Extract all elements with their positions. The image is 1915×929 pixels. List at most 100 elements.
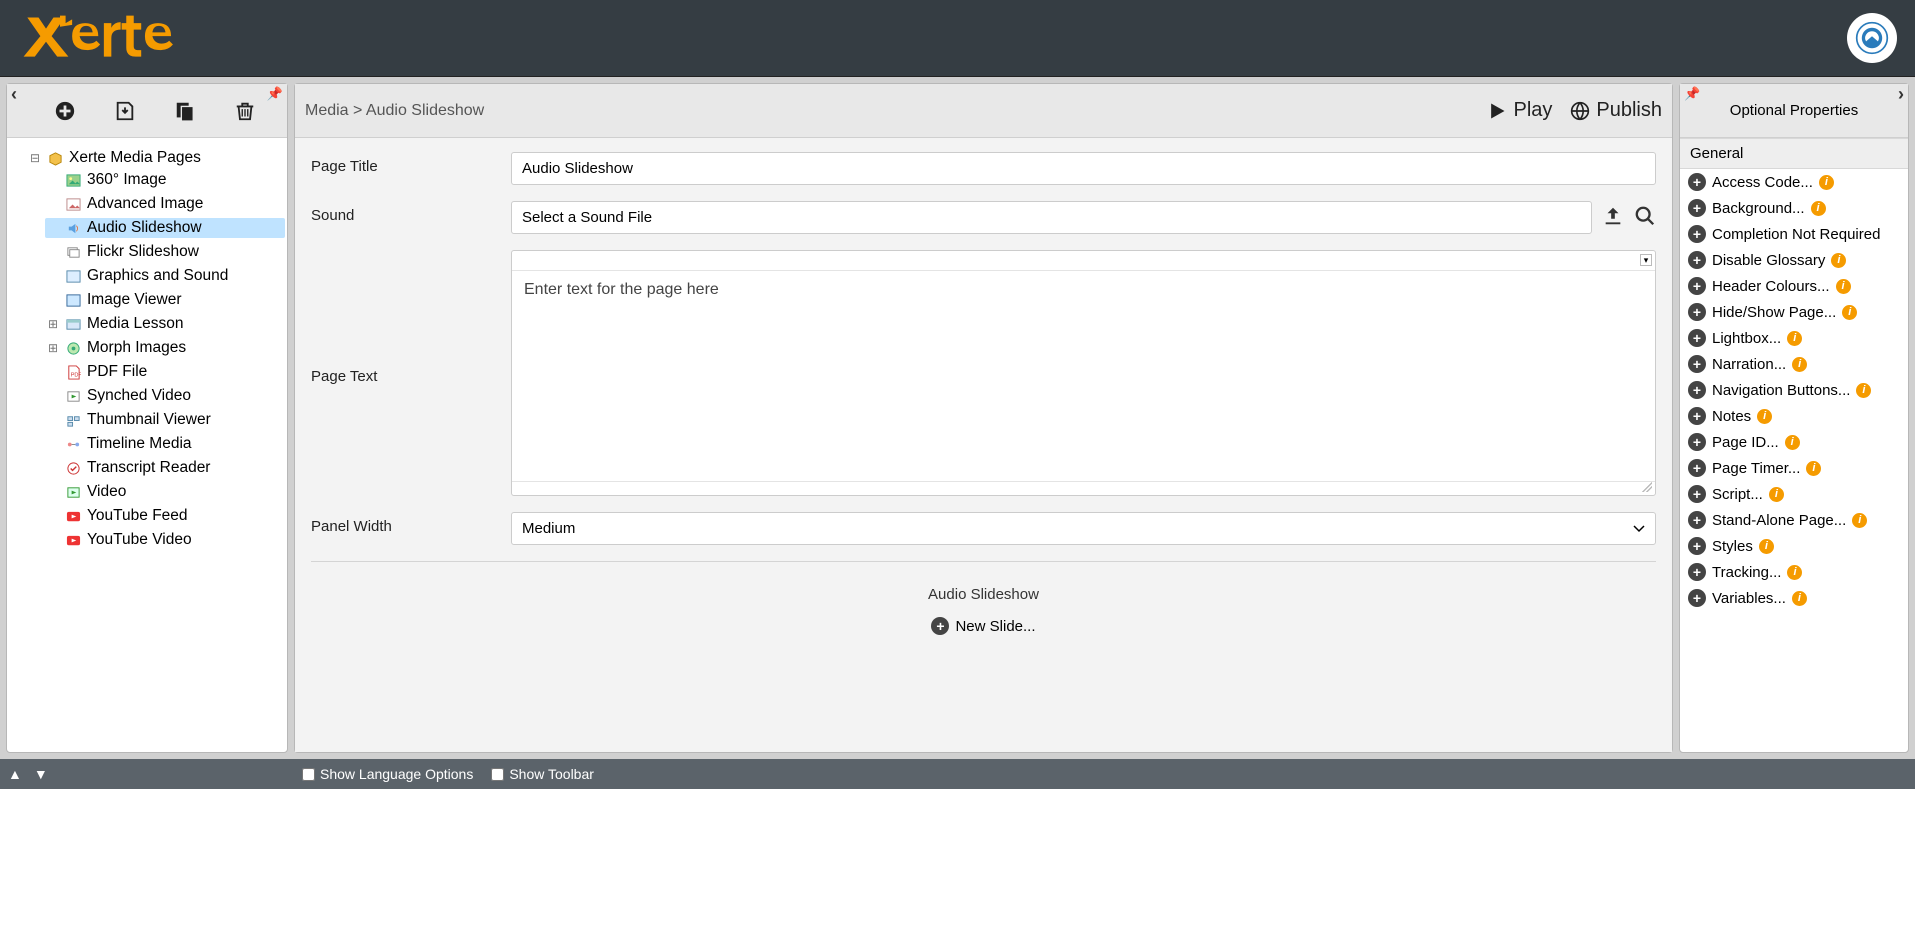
tree-item[interactable]: Audio Slideshow [45,218,285,238]
tree-root-item[interactable]: ⊟ Xerte Media Pages [27,148,285,168]
tree-item[interactable]: ⊞Morph Images [45,338,285,358]
tree-item[interactable]: 360° Image [45,170,285,190]
info-icon[interactable]: i [1785,435,1800,450]
info-icon[interactable]: i [1806,461,1821,476]
editor-body[interactable]: Enter text for the page here [512,271,1655,481]
page-title-label: Page Title [311,152,511,175]
tree-item[interactable]: Image Viewer [45,290,285,310]
optional-property[interactable]: +Navigation Buttons...i [1680,377,1908,403]
optional-property[interactable]: +Script...i [1680,481,1908,507]
info-icon[interactable]: i [1792,357,1807,372]
info-icon[interactable]: i [1856,383,1871,398]
new-slide-label: New Slide... [955,618,1035,635]
collapse-right-icon[interactable]: › [1898,84,1904,105]
expand-toggle-icon[interactable]: ⊟ [29,151,41,165]
info-icon[interactable]: i [1769,487,1784,502]
page-title-input[interactable] [511,152,1656,185]
property-label: Header Colours... [1712,278,1830,295]
info-icon[interactable]: i [1852,513,1867,528]
expand-toggle-icon[interactable]: ⊞ [47,341,59,355]
optional-property[interactable]: +Lightbox...i [1680,325,1908,351]
sound-input[interactable] [511,201,1592,234]
add-icon[interactable] [53,99,77,123]
optional-property[interactable]: +Disable Glossaryi [1680,247,1908,273]
info-icon[interactable]: i [1811,201,1826,216]
optional-property[interactable]: +Stylesi [1680,533,1908,559]
tree-item-label: Transcript Reader [87,459,210,477]
search-icon[interactable] [1634,205,1656,231]
tree-item[interactable]: Synched Video [45,386,285,406]
editor-toolbar: ▾ [512,251,1655,271]
copy-icon[interactable] [173,99,197,123]
page-text-label: Page Text [311,362,511,385]
optional-property[interactable]: +Variables...i [1680,585,1908,611]
breadcrumb: Media > Audio Slideshow [305,102,484,120]
optional-property[interactable]: +Access Code...i [1680,169,1908,195]
info-icon[interactable]: i [1842,305,1857,320]
info-icon[interactable]: i [1819,175,1834,190]
panel-width-select[interactable]: Medium [511,512,1656,545]
tree-item[interactable]: Transcript Reader [45,458,285,478]
tree-item[interactable]: YouTube Video [45,530,285,550]
info-icon[interactable]: i [1759,539,1774,554]
tree-item[interactable]: PDFPDF File [45,362,285,382]
move-up-icon[interactable]: ▲ [8,766,22,782]
tree-item[interactable]: Advanced Image [45,194,285,214]
main-layout: ‹ 📌 ⊟ Xerte Media Pages 360° Image Advanc… [0,77,1915,759]
avatar[interactable] [1847,13,1897,63]
optional-property[interactable]: +Background...i [1680,195,1908,221]
editor-dropdown-icon[interactable]: ▾ [1640,254,1652,266]
optional-prop-list: +Access Code...i + Background... i +Completi… [1680,169,1908,752]
optional-property[interactable]: +Tracking...i [1680,559,1908,585]
video-icon [65,484,81,500]
collapse-left-icon[interactable]: ‹ [11,84,17,105]
tree-item[interactable]: Flickr Slideshow [45,242,285,262]
show-language-checkbox[interactable]: Show Language Options [302,766,473,782]
rich-text-editor[interactable]: ▾ Enter text for the page here [511,250,1656,496]
play-button[interactable]: Play [1487,99,1552,122]
optional-property[interactable]: +Page Timer...i [1680,455,1908,481]
editor-header: Media > Audio Slideshow Play Publish [295,84,1672,138]
tree-item[interactable]: Video [45,482,285,502]
page-tree[interactable]: ⊟ Xerte Media Pages 360° Image Advanced I… [7,138,287,752]
optional-property[interactable]: +Hide/Show Page...i [1680,299,1908,325]
optional-property[interactable]: +Header Colours...i [1680,273,1908,299]
delete-icon[interactable] [233,99,257,123]
plus-icon: + [1688,225,1706,243]
show-toolbar-checkbox[interactable]: Show Toolbar [491,766,594,782]
move-down-icon[interactable]: ▼ [34,766,48,782]
tree-item[interactable]: Timeline Media [45,434,285,454]
property-label: Narration... [1712,356,1786,373]
plus-icon: + [1688,329,1706,347]
resize-handle-icon[interactable] [512,481,1655,495]
property-label: Stand-Alone Page... [1712,512,1846,529]
thumb-icon [65,412,81,428]
info-icon[interactable]: i [1831,253,1846,268]
new-slide-button[interactable]: + New Slide... [931,617,1035,635]
tree-item[interactable]: ⊞Media Lesson [45,314,285,334]
info-icon[interactable]: i [1787,331,1802,346]
optional-property[interactable]: +Narration...i [1680,351,1908,377]
plus-icon: + [1688,459,1706,477]
tree-item[interactable]: Thumbnail Viewer [45,410,285,430]
info-icon[interactable]: i [1757,409,1772,424]
plus-icon: + [1688,563,1706,581]
pin-icon[interactable]: 📌 [267,86,283,102]
tree-item[interactable]: Graphics and Sound [45,266,285,286]
tree-item[interactable]: YouTube Feed [45,506,285,526]
logo [18,10,186,66]
upload-icon[interactable] [1602,205,1624,231]
info-icon[interactable]: i [1787,565,1802,580]
expand-toggle-icon[interactable]: ⊞ [47,317,59,331]
info-icon[interactable]: i [1792,591,1807,606]
import-icon[interactable] [113,99,137,123]
optional-property[interactable]: +Completion Not Required [1680,221,1908,247]
optional-property[interactable]: +Page ID...i [1680,429,1908,455]
pin-icon[interactable]: 📌 [1684,86,1700,102]
optional-property[interactable]: +Notesi [1680,403,1908,429]
tree-item-label: YouTube Feed [87,507,188,525]
publish-button[interactable]: Publish [1570,99,1662,122]
info-icon[interactable]: i [1836,279,1851,294]
property-label: Background... [1712,200,1805,217]
optional-property[interactable]: +Stand-Alone Page...i [1680,507,1908,533]
